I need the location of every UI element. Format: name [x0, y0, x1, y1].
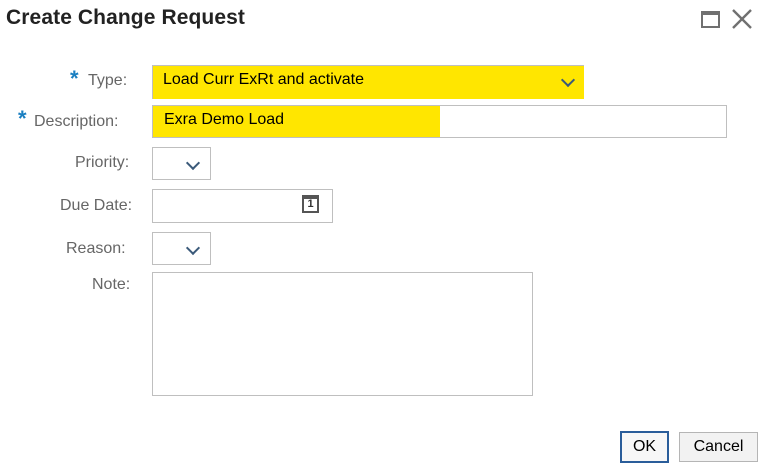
calendar-day: 1: [307, 198, 314, 210]
close-icon[interactable]: [729, 5, 755, 33]
required-marker: *: [70, 66, 79, 91]
note-textarea[interactable]: [152, 272, 533, 396]
ok-button[interactable]: OK: [620, 431, 669, 463]
create-change-request-dialog: Create Change Request * Type: Load Curr …: [0, 0, 758, 465]
priority-select[interactable]: [152, 147, 211, 180]
type-label: Type:: [88, 72, 128, 89]
dialog-title: Create Change Request: [6, 6, 245, 29]
type-select[interactable]: Load Curr ExRt and activate: [152, 65, 584, 99]
required-marker: *: [18, 106, 27, 131]
note-label: Note:: [92, 276, 131, 293]
description-label: Description:: [34, 113, 119, 130]
cancel-button[interactable]: Cancel: [679, 432, 758, 462]
reason-select[interactable]: [152, 232, 211, 265]
chevron-down-icon[interactable]: [185, 240, 201, 256]
due-date-input[interactable]: 1: [152, 189, 333, 223]
description-value: Exra Demo Load: [164, 111, 285, 128]
due-date-label: Due Date:: [60, 197, 133, 214]
reason-label: Reason:: [66, 240, 126, 257]
type-value: Load Curr ExRt and activate: [163, 71, 364, 88]
calendar-icon[interactable]: 1: [302, 195, 319, 213]
priority-label: Priority:: [75, 154, 130, 171]
maximize-icon[interactable]: [701, 11, 720, 28]
description-input[interactable]: Exra Demo Load: [152, 105, 727, 138]
chevron-down-icon[interactable]: [185, 155, 201, 171]
